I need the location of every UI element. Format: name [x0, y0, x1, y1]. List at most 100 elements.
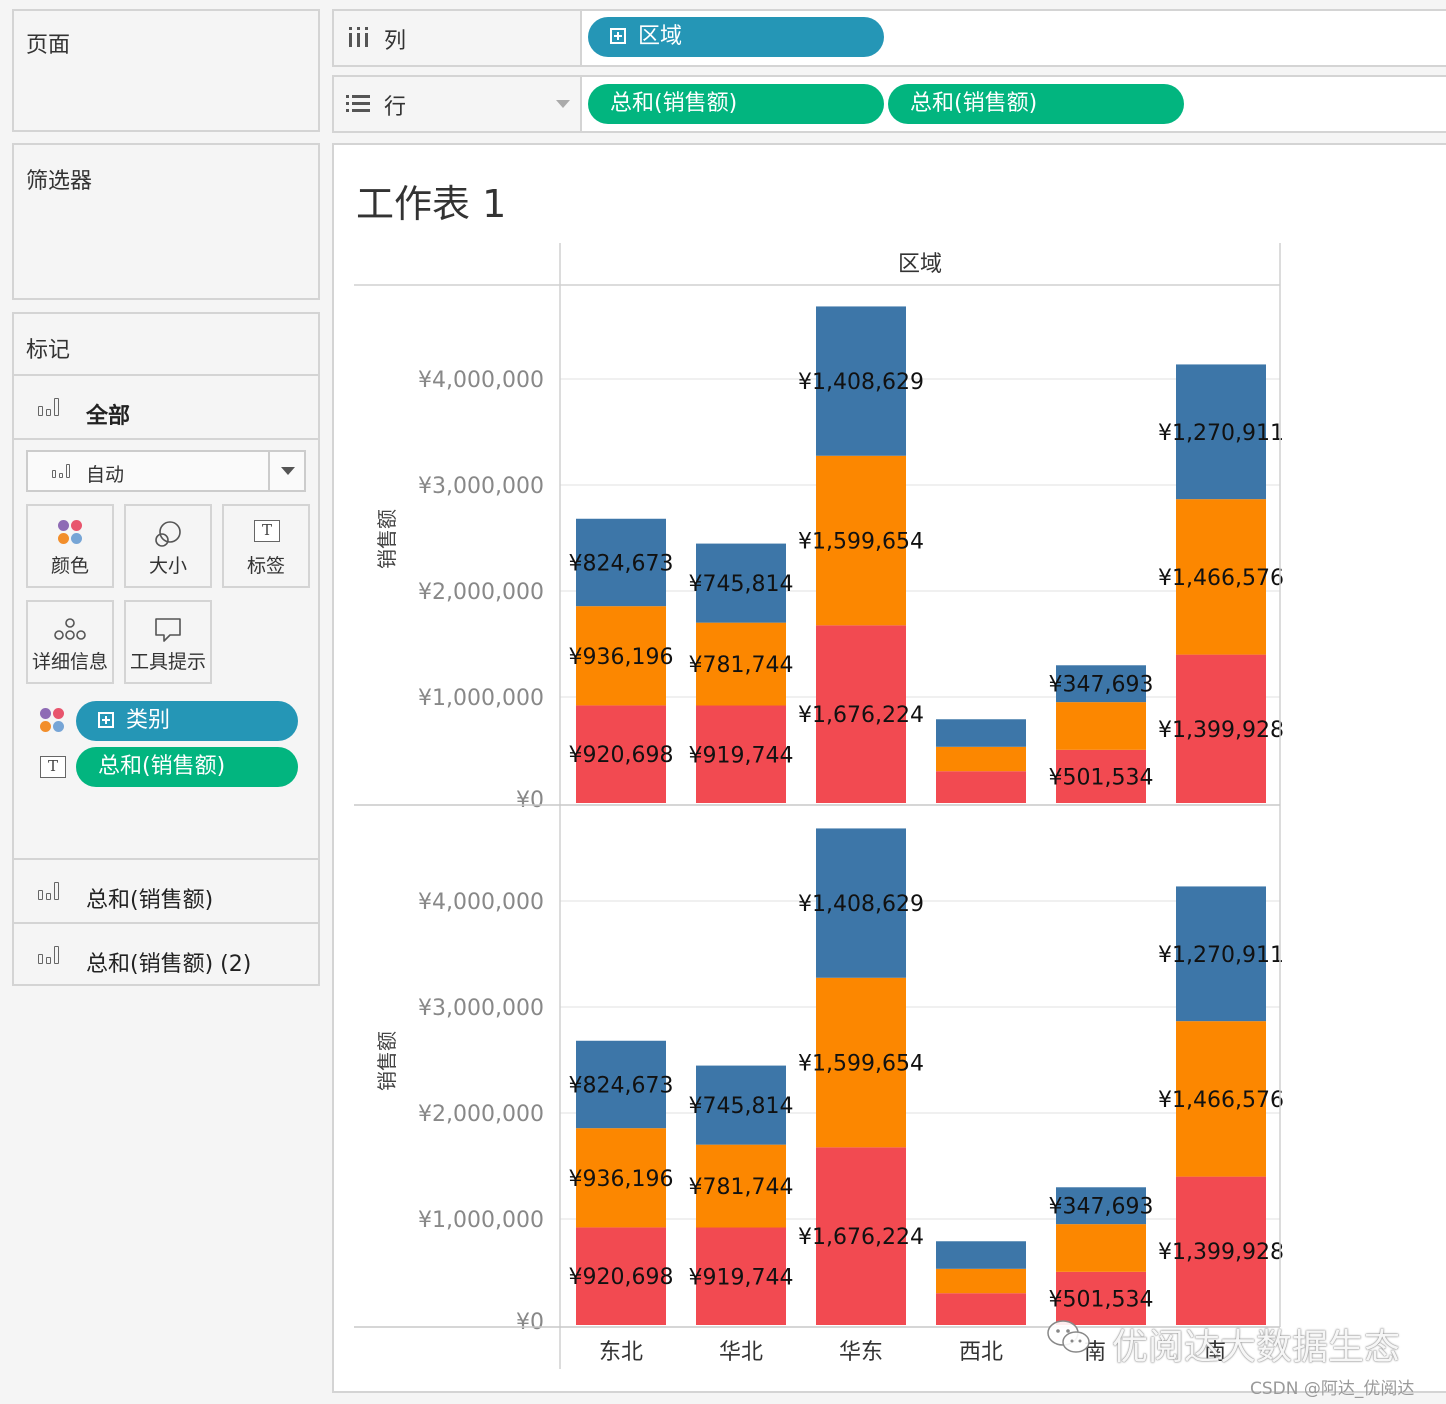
wechat-icon	[1047, 1320, 1090, 1353]
pages-panel: 页面	[12, 9, 320, 132]
plus-box-icon	[98, 712, 114, 728]
sales-row-pill-2[interactable]: 总和(销售额)	[888, 84, 1184, 124]
data-label: ¥347,693	[1049, 1195, 1154, 1220]
data-label: ¥936,196	[569, 645, 674, 670]
marks-all-row[interactable]: 全部	[14, 374, 318, 438]
color-label: 颜色	[50, 555, 89, 577]
y-tick-label: ¥1,000,000	[418, 686, 544, 711]
chevron-down-icon	[281, 467, 295, 475]
columns-icon	[349, 27, 368, 47]
pages-title: 页面	[26, 33, 71, 58]
size-tile[interactable]: 大小	[124, 504, 212, 588]
data-label: ¥1,270,911	[1158, 421, 1284, 446]
bar-segment	[936, 1293, 1026, 1325]
data-label: ¥1,408,629	[798, 370, 924, 395]
rows-shelf[interactable]: 行 总和(销售额) 总和(销售额)	[332, 75, 1446, 133]
filters-title: 筛选器	[26, 169, 93, 194]
mark-type-value: 自动	[86, 464, 125, 486]
data-label: ¥745,814	[689, 572, 794, 597]
measure-row-1[interactable]: 总和(销售额)	[14, 858, 318, 922]
y-tick-label: ¥3,000,000	[418, 996, 544, 1021]
bar-chart-icon	[52, 462, 70, 478]
data-label: ¥1,466,576	[1158, 1088, 1284, 1113]
color-field-icon	[40, 708, 68, 736]
text-label-icon: T	[254, 520, 280, 542]
x-category-label: 西北	[959, 1340, 1003, 1365]
sales-label-pill[interactable]: 总和(销售额)	[76, 747, 298, 787]
y-tick-label: ¥0	[516, 788, 544, 813]
y-tick-label: ¥3,000,000	[418, 474, 544, 499]
region-pill-label: 区域	[638, 24, 683, 49]
stacked-bar-chart: ¥0 ¥1,000,000 ¥2,000,000 ¥3,000,000 ¥4,000,0…	[354, 243, 1284, 1369]
worksheet-view: 工作表 1 ¥0 ¥1,000,000 ¥2,000,000 ¥3,000,000 ¥4…	[332, 143, 1446, 1393]
data-label: ¥1,676,224	[798, 703, 924, 728]
category-pill-label: 类别	[126, 708, 171, 733]
column-header-label: 区域	[898, 252, 942, 277]
x-category-label: 华北	[719, 1340, 763, 1365]
tooltip-icon	[155, 618, 181, 642]
y-tick-label: ¥4,000,000	[418, 890, 544, 915]
data-label: ¥501,534	[1049, 1287, 1154, 1312]
measure-2-label: 总和(销售额) (2)	[86, 952, 252, 977]
sales-label-pill-text: 总和(销售额)	[98, 754, 226, 779]
mark-type-dropdown[interactable]: 自动	[26, 450, 306, 492]
sales-row-pill-1[interactable]: 总和(销售额)	[588, 84, 884, 124]
data-label: ¥936,196	[569, 1167, 674, 1192]
color-icon	[56, 518, 84, 546]
color-tile[interactable]: 颜色	[26, 504, 114, 588]
data-label: ¥824,673	[569, 1073, 674, 1098]
bar-segment	[936, 1268, 1026, 1294]
y-axis-label: 销售额	[375, 509, 399, 569]
detail-tile[interactable]: 详细信息	[26, 600, 114, 684]
y-tick-label: ¥4,000,000	[418, 368, 544, 393]
category-pill[interactable]: 类别	[76, 701, 298, 741]
bar-segment	[1056, 702, 1146, 750]
data-label: ¥920,698	[569, 743, 674, 768]
data-label: ¥781,744	[689, 1175, 794, 1200]
size-icon	[155, 521, 181, 547]
columns-shelf-header: 列	[334, 11, 582, 65]
tooltip-tile[interactable]: 工具提示	[124, 600, 212, 684]
bar-segment	[936, 746, 1026, 772]
columns-label: 列	[384, 29, 407, 54]
text-label-icon: T	[40, 756, 66, 778]
measure-1-label: 总和(销售额)	[86, 888, 214, 913]
detail-label: 详细信息	[31, 651, 108, 673]
data-label: ¥920,698	[569, 1265, 674, 1290]
data-label: ¥1,676,224	[798, 1225, 924, 1250]
rows-shelf-header: 行	[334, 77, 582, 131]
data-label: ¥919,744	[689, 743, 794, 768]
label-label: 标签	[246, 555, 285, 577]
data-label: ¥1,599,654	[798, 1052, 924, 1077]
bar-segment	[936, 771, 1026, 803]
y-axis-label: 销售额	[375, 1031, 399, 1091]
bar-chart-icon	[38, 880, 59, 900]
x-category-label: 东北	[599, 1340, 643, 1365]
dropdown-separator	[268, 452, 270, 490]
columns-shelf[interactable]: 列 区域	[332, 9, 1446, 67]
measure-row-2[interactable]: 总和(销售额) (2)	[14, 922, 318, 986]
plus-box-icon	[610, 28, 626, 44]
data-label: ¥1,599,654	[798, 530, 924, 555]
data-label: ¥1,408,629	[798, 892, 924, 917]
data-label: ¥824,673	[569, 551, 674, 576]
data-label: ¥1,399,928	[1158, 718, 1284, 743]
filters-panel[interactable]: 筛选器	[12, 143, 320, 300]
sales-row-pill-2-label: 总和(销售额)	[910, 91, 1038, 116]
data-label: ¥501,534	[1049, 765, 1154, 790]
bar-chart-icon	[38, 396, 59, 416]
watermark-text: 优阅达大数据生态	[1112, 1327, 1401, 1368]
marks-all-label: 全部	[86, 404, 131, 429]
y-tick-label: ¥1,000,000	[418, 1208, 544, 1233]
data-label: ¥347,693	[1049, 673, 1154, 698]
chevron-down-icon[interactable]	[556, 100, 570, 108]
rows-label: 行	[384, 95, 407, 120]
label-tile[interactable]: T 标签	[222, 504, 310, 588]
data-label: ¥1,270,911	[1158, 943, 1284, 968]
size-label: 大小	[148, 555, 187, 577]
marks-divider	[14, 438, 318, 440]
data-label: ¥745,814	[689, 1094, 794, 1119]
region-pill[interactable]: 区域	[588, 17, 884, 57]
rows-icon	[346, 95, 370, 112]
data-label: ¥1,466,576	[1158, 566, 1284, 591]
